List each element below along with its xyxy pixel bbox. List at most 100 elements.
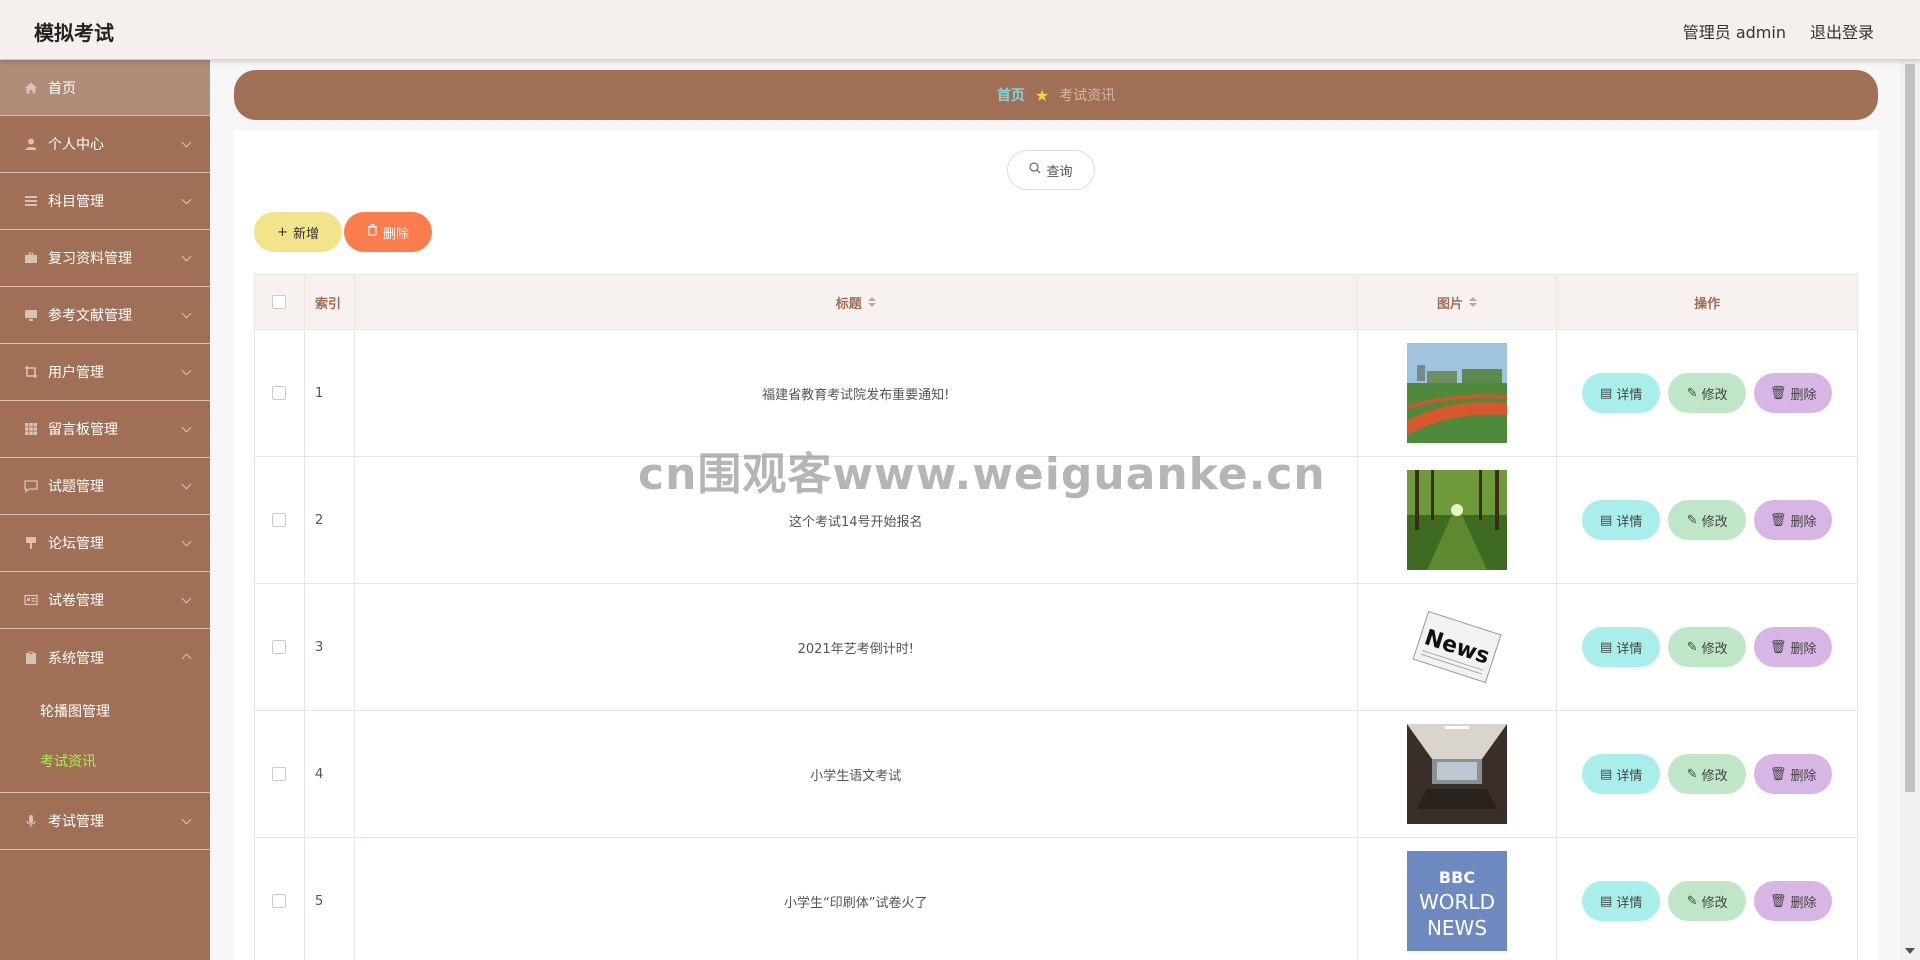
row-title: 福建省教育考试院发布重要通知! [355,330,1358,456]
detail-button[interactable]: ▤ 详情 [1582,881,1661,921]
detail-button[interactable]: ▤ 详情 [1582,754,1661,794]
sidebar-item-personal-center[interactable]: 个人中心 [0,116,210,173]
delete-button[interactable]: 🗑 删除 [1754,881,1833,921]
document-icon: ▤ [1600,639,1613,655]
row-checkbox[interactable] [272,767,287,781]
sidebar-item-label: 科目管理 [48,194,104,210]
sidebar-item-home[interactable]: 首页 [0,60,210,116]
row-index: 1 [305,330,355,456]
detail-button[interactable]: ▤ 详情 [1582,627,1661,667]
sort-icon[interactable] [867,297,876,307]
delete-button[interactable]: 🗑 删除 [1754,373,1833,413]
delete-button[interactable]: 🗑 删除 [1754,500,1833,540]
edit-button[interactable]: ✎ 修改 [1668,881,1747,921]
trash-icon: 🗑 [1769,639,1787,655]
pencil-icon: ✎ [1686,639,1698,655]
sidebar-item-references[interactable]: 参考文献管理 [0,287,210,344]
edit-label: 修改 [1701,387,1728,403]
header-checkbox-cell [255,275,305,329]
monitor-icon [24,308,38,322]
detail-button[interactable]: ▤ 详情 [1582,373,1661,413]
sidebar-item-message-board[interactable]: 留言板管理 [0,401,210,458]
sort-icon[interactable] [1469,297,1477,307]
scroll-down-arrow-icon[interactable] [1905,948,1915,954]
row-image-cell: News [1358,584,1558,710]
detail-button[interactable]: ▤ 详情 [1582,500,1661,540]
header-title[interactable]: 标题 [355,275,1358,329]
chevron-down-icon [181,479,192,490]
edit-button[interactable]: ✎ 修改 [1668,373,1747,413]
edit-label: 修改 [1701,768,1728,784]
delete-button[interactable]: 🗑 删除 [1754,627,1833,667]
sidebar-item-subjects[interactable]: 科目管理 [0,173,210,230]
vertical-scrollbar[interactable] [1900,60,1920,960]
sidebar-item-label: 试卷管理 [48,593,104,609]
world-text: WORLD [1419,890,1495,914]
sidebar-item-forum[interactable]: 论坛管理 [0,515,210,572]
sidebar-subitem-carousel[interactable]: 轮播图管理 [0,686,210,736]
mic-icon [24,814,38,828]
crop-icon [24,365,38,379]
delete-label: 删除 [382,226,409,242]
edit-button[interactable]: ✎ 修改 [1668,500,1747,540]
batch-delete-button[interactable]: 删除 [344,212,432,252]
document-icon: ▤ [1600,385,1613,401]
delete-button[interactable]: 🗑 删除 [1754,754,1833,794]
row-image-cell [1358,711,1558,837]
edit-button[interactable]: ✎ 修改 [1668,754,1747,794]
row-image-cell [1358,330,1558,456]
row-checkbox[interactable] [272,640,287,654]
header-image[interactable]: 图片 [1358,275,1558,329]
row-checkbox[interactable] [272,894,287,908]
row-checkbox[interactable] [272,513,287,527]
news-label-text: NEWS [1427,916,1487,940]
add-button[interactable]: + 新增 [254,212,342,252]
sidebar-item-papers[interactable]: 试卷管理 [0,572,210,629]
admin-user-label[interactable]: 管理员 admin [1683,19,1786,43]
logout-link[interactable]: 退出登录 [1810,19,1874,43]
row-checkbox[interactable] [272,386,287,400]
home-icon [24,81,38,95]
pin-icon [24,536,38,550]
news-table: 索引 标题 图片 操作 1 福建省教育考试院发布重要通知! ▤ 详情 ✎ 修改 … [254,274,1858,960]
sidebar-item-exams[interactable]: 考试管理 [0,793,210,850]
sidebar-subitem-exam-news[interactable]: 考试资讯 [0,736,210,786]
select-all-checkbox[interactable] [272,295,287,309]
add-label: 新增 [292,226,319,242]
table-header: 索引 标题 图片 操作 [255,275,1857,330]
row-image-cell [1358,457,1558,583]
main-content: 首页 ★ 考试资讯 查询 + 新增 删除 索引 标题 图片 操作 1 福建省教育… [210,60,1900,960]
row-title: 小学生“印刷体”试卷火了 [355,838,1358,960]
sidebar-item-system[interactable]: 系统管理 [0,629,210,686]
row-image-cell: BBC WORLD NEWS [1358,838,1558,960]
chevron-up-icon [181,653,192,664]
system-submenu: 轮播图管理 考试资讯 [0,686,210,793]
sidebar-item-questions[interactable]: 试题管理 [0,458,210,515]
scroll-thumb[interactable] [1905,64,1915,792]
edit-label: 修改 [1701,514,1728,530]
chat-icon [24,479,38,493]
header-title-label: 标题 [835,296,862,312]
delete-label: 删除 [1790,641,1817,657]
detail-label: 详情 [1616,514,1643,530]
plus-icon: + [277,224,288,240]
row-ops: ▤ 详情 ✎ 修改 🗑 删除 [1557,584,1857,710]
breadcrumb: 首页 ★ 考试资讯 [234,70,1878,120]
news-paper-photo: News [1407,597,1507,697]
breadcrumb-home[interactable]: 首页 [997,85,1025,105]
delete-label: 删除 [1790,514,1817,530]
id-card-icon [24,593,38,607]
clipboard-icon [24,651,38,665]
row-checkbox-cell [255,457,305,583]
chevron-down-icon [181,814,192,825]
table-row: 5 小学生“印刷体”试卷火了 BBC WORLD NEWS ▤ 详情 ✎ 修改 🗑 删… [255,838,1857,960]
edit-button[interactable]: ✎ 修改 [1668,627,1747,667]
sidebar-item-review-materials[interactable]: 复习资料管理 [0,230,210,287]
list-icon [24,194,38,208]
user-icon [24,137,38,151]
document-icon: ▤ [1600,766,1613,782]
briefcase-icon [24,251,38,265]
chevron-down-icon [181,422,192,433]
sidebar-item-users[interactable]: 用户管理 [0,344,210,401]
search-button[interactable]: 查询 [1007,150,1095,190]
